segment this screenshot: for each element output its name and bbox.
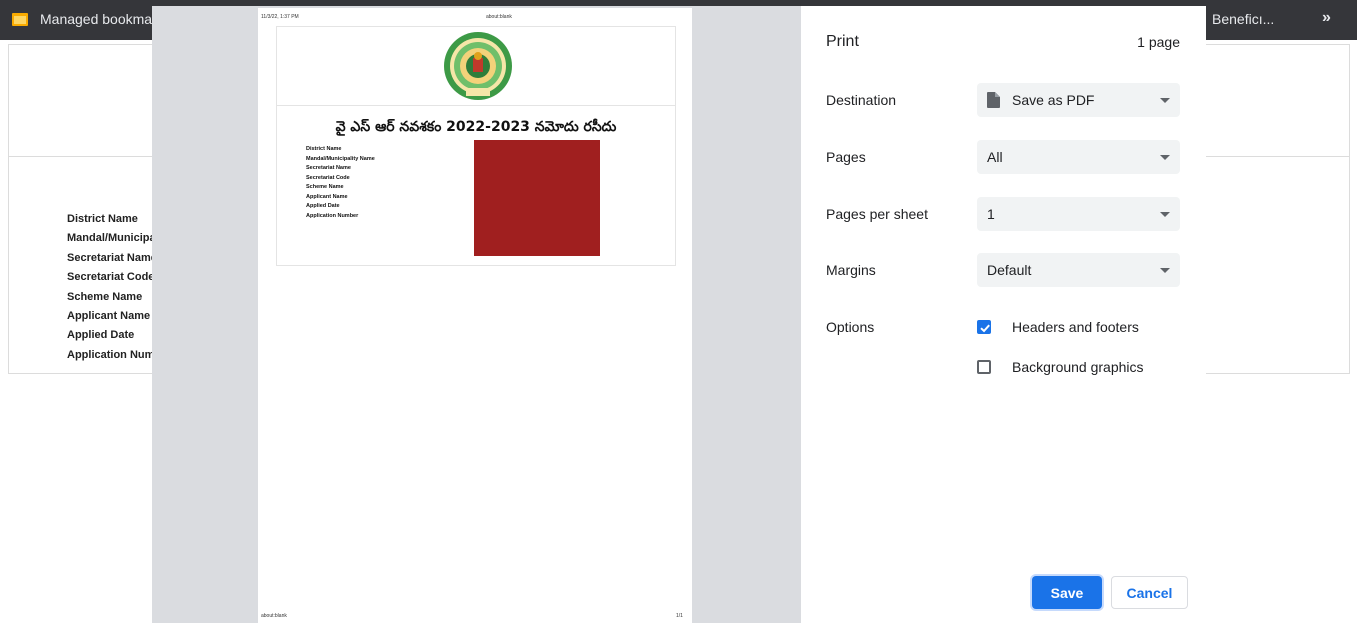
pages-per-sheet-value: 1: [987, 206, 995, 222]
background-graphics-option[interactable]: Background graphics: [977, 359, 1144, 375]
cancel-button[interactable]: Cancel: [1111, 576, 1188, 609]
chevron-down-icon: [1160, 212, 1170, 217]
bookmark-item[interactable]: Beneficı...: [1212, 11, 1274, 27]
preview-footer-url: about:blank: [261, 613, 287, 619]
destination-select[interactable]: Save as PDF: [977, 83, 1180, 117]
redacted-values: [474, 140, 600, 256]
margins-select[interactable]: Default: [977, 253, 1180, 287]
save-button[interactable]: Save: [1032, 576, 1102, 609]
print-settings-panel: Print 1 page Destination Save as PDF Pag…: [801, 6, 1206, 623]
receipt-title: వై ఎస్ ఆర్ నవశకం 2022-2023 నమోదు రసీదు: [335, 119, 617, 135]
receipt-labels: District Name Mandal/Municipality Name S…: [306, 146, 375, 222]
headers-footers-option[interactable]: Headers and footers: [977, 319, 1139, 335]
receipt-card: వై ఎస్ ఆర్ నవశకం 2022-2023 నమోదు రసీదు D…: [276, 26, 676, 266]
margins-value: Default: [987, 262, 1032, 278]
chevron-down-icon: [1160, 155, 1170, 160]
chevron-down-icon: [1160, 268, 1170, 273]
receipt-label: Application Number: [306, 212, 359, 219]
pages-per-sheet-label: Pages per sheet: [826, 206, 928, 222]
chevron-down-icon: [1160, 98, 1170, 103]
options-label: Options: [826, 319, 875, 335]
background-graphics-label: Background graphics: [1012, 359, 1144, 375]
headers-footers-checkbox[interactable]: [977, 320, 991, 334]
receipt-label: Secretariat Name: [306, 165, 351, 171]
preview-page: 11/3/22, 1:37 PM about:blank వై ఎస్ ఆర్ …: [258, 8, 692, 623]
preview-header-title: about:blank: [486, 14, 512, 20]
checkmark-icon: [980, 324, 990, 333]
background-graphics-checkbox[interactable]: [977, 360, 991, 374]
pages-value: All: [987, 149, 1003, 165]
destination-label: Destination: [826, 92, 897, 108]
receipt-label: Applicant Name: [306, 193, 348, 200]
print-title: Print: [826, 33, 859, 50]
preview-footer-page: 1/1: [676, 613, 683, 619]
margins-label: Margins: [826, 262, 876, 278]
receipt-label: Scheme Name: [306, 184, 344, 190]
page-count: 1 page: [1137, 34, 1180, 50]
bookmark-folder-managed[interactable]: Managed bookmar: [12, 11, 157, 27]
receipt-label: Applied Date: [306, 203, 340, 209]
headers-footers-label: Headers and footers: [1012, 319, 1139, 335]
card-divider: [277, 105, 675, 106]
bookmarks-overflow-button[interactable]: »: [1322, 9, 1331, 27]
pages-per-sheet-select[interactable]: 1: [977, 197, 1180, 231]
pages-select[interactable]: All: [977, 140, 1180, 174]
receipt-label: Secretariat Code: [306, 174, 350, 181]
andhra-pradesh-emblem-icon: [444, 32, 512, 100]
destination-value: Save as PDF: [1012, 92, 1095, 108]
bookmark-folder-label: Managed bookmar: [40, 11, 157, 27]
preview-header-datetime: 11/3/22, 1:37 PM: [261, 14, 299, 20]
receipt-label: Mandal/Municipality Name: [306, 155, 375, 162]
receipt-label: District Name: [306, 146, 342, 152]
pages-label: Pages: [826, 149, 866, 165]
document-icon: [987, 92, 1000, 108]
folder-icon: [12, 13, 28, 26]
